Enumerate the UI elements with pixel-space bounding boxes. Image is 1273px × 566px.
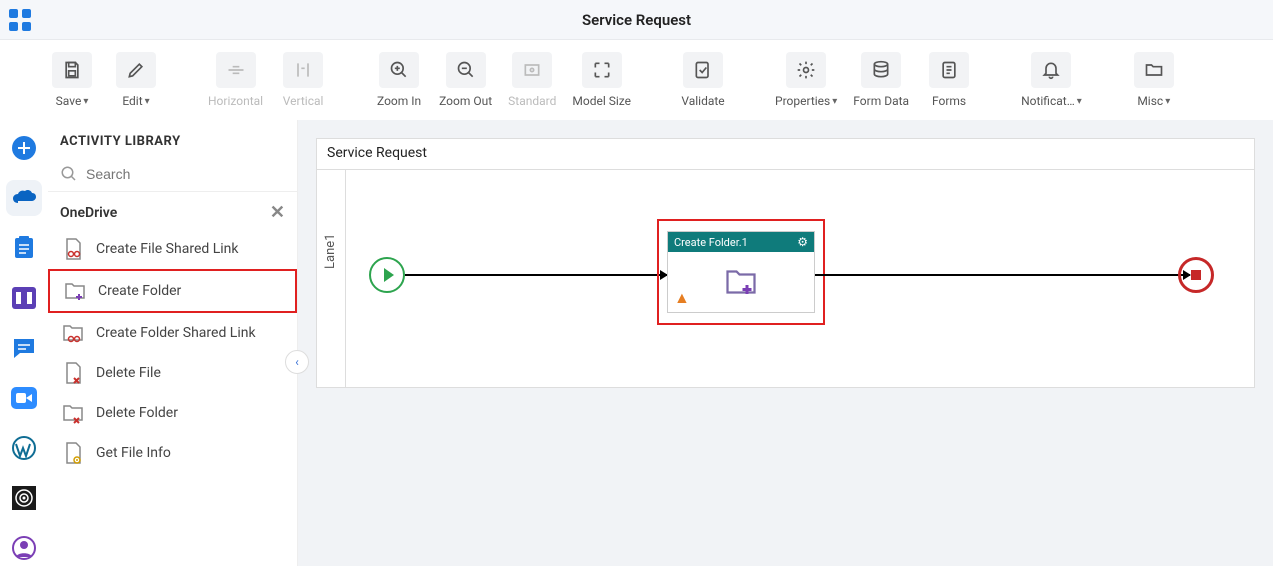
sidebar-target[interactable] — [6, 480, 42, 516]
warning-icon: ▲ — [674, 288, 690, 308]
activity-label: Create Folder — [98, 283, 181, 299]
validate-icon — [683, 52, 723, 88]
node-title: Create Folder.1 — [674, 236, 748, 249]
search-row — [48, 159, 297, 192]
sidebar-add[interactable] — [6, 130, 42, 166]
activity-create-folder[interactable]: Create Folder — [48, 269, 297, 313]
sidebar-video[interactable] — [6, 380, 42, 416]
notifications-button[interactable]: Notificat…▾ — [1013, 45, 1090, 115]
database-icon — [861, 52, 901, 88]
activity-label: Create File Shared Link — [96, 241, 239, 257]
activity-label: Get File Info — [96, 445, 171, 461]
edit-button[interactable]: Edit▾ — [104, 45, 168, 115]
chevron-left-icon: ‹ — [295, 355, 299, 369]
folder-delete-icon — [60, 400, 86, 426]
form-data-button[interactable]: Form Data — [845, 45, 917, 115]
fit-standard-icon — [512, 52, 552, 88]
save-icon — [52, 52, 92, 88]
activity-create-folder-shared-link[interactable]: Create Folder Shared Link — [48, 313, 297, 353]
properties-button[interactable]: Properties▾ — [767, 45, 845, 115]
flow-connector[interactable] — [405, 274, 667, 276]
panel-heading: ACTIVITY LIBRARY — [48, 120, 297, 159]
node-header: Create Folder.1 ⚙ — [668, 232, 814, 252]
misc-button[interactable]: Misc▾ — [1122, 45, 1186, 115]
align-horizontal-icon — [216, 52, 256, 88]
toolbar: Save▾ Edit▾ Horizontal Vertical Zoom In … — [0, 40, 1273, 120]
gear-icon[interactable]: ⚙ — [797, 235, 808, 249]
sidebar-clipboard[interactable] — [6, 230, 42, 266]
chevron-down-icon: ▾ — [1077, 96, 1082, 107]
model-size-button[interactable]: Model Size — [564, 45, 639, 115]
activity-node-create-folder[interactable]: Create Folder.1 ⚙ ▲ — [667, 231, 815, 313]
close-icon[interactable]: ✕ — [270, 202, 285, 223]
gear-icon — [786, 52, 826, 88]
search-icon — [60, 165, 78, 183]
zoom-in-icon — [379, 52, 419, 88]
chevron-down-icon: ▾ — [83, 96, 88, 107]
search-input[interactable] — [86, 166, 285, 182]
vertical-button: Vertical — [271, 45, 335, 115]
activity-library-panel: ACTIVITY LIBRARY OneDrive ✕ Create File … — [48, 120, 298, 566]
file-delete-icon — [60, 360, 86, 386]
canvas-title: Service Request — [327, 145, 427, 161]
flow-connector[interactable] — [815, 274, 1190, 276]
validate-button[interactable]: Validate — [671, 45, 735, 115]
page-title: Service Request — [582, 11, 691, 29]
canvas-wrap: Service Request Lane1 Create Folder.1 ⚙ … — [298, 120, 1273, 566]
activity-create-file-shared-link[interactable]: Create File Shared Link — [48, 229, 297, 269]
app-logo-icon[interactable] — [0, 0, 40, 40]
horizontal-button: Horizontal — [200, 45, 271, 115]
forms-button[interactable]: Forms — [917, 45, 981, 115]
file-link-icon — [60, 236, 86, 262]
sidebar-onedrive[interactable] — [6, 180, 42, 216]
activity-get-file-info[interactable]: Get File Info — [48, 433, 297, 473]
zoom-in-button[interactable]: Zoom In — [367, 45, 431, 115]
edit-icon — [116, 52, 156, 88]
process-canvas[interactable]: Service Request Lane1 Create Folder.1 ⚙ … — [316, 138, 1255, 388]
header: Service Request — [0, 0, 1273, 40]
folder-icon — [1134, 52, 1174, 88]
end-node[interactable] — [1178, 257, 1214, 293]
activity-label: Delete Folder — [96, 405, 178, 421]
model-size-icon — [582, 52, 622, 88]
activity-delete-folder[interactable]: Delete Folder — [48, 393, 297, 433]
file-info-icon — [60, 440, 86, 466]
zoom-out-button[interactable]: Zoom Out — [431, 45, 500, 115]
category-label: OneDrive — [60, 205, 117, 221]
node-body: ▲ — [668, 252, 814, 312]
standard-button: Standard — [500, 45, 564, 115]
chevron-down-icon: ▾ — [1165, 96, 1170, 107]
category-header: OneDrive ✕ — [48, 192, 297, 229]
activity-label: Delete File — [96, 365, 161, 381]
sidebar-user[interactable] — [6, 530, 42, 566]
lane-label: Lane1 — [323, 234, 338, 269]
chevron-down-icon: ▾ — [832, 96, 837, 107]
sidebar-wordpress[interactable] — [6, 430, 42, 466]
forms-icon — [929, 52, 969, 88]
main: ACTIVITY LIBRARY OneDrive ✕ Create File … — [0, 120, 1273, 566]
activity-label: Create Folder Shared Link — [96, 325, 256, 341]
chevron-down-icon: ▾ — [145, 96, 150, 107]
sidebar-columns[interactable] — [6, 280, 42, 316]
folder-link-icon — [60, 320, 86, 346]
folder-plus-icon — [721, 264, 761, 300]
align-vertical-icon — [283, 52, 323, 88]
folder-plus-icon — [62, 278, 88, 304]
activity-delete-file[interactable]: Delete File — [48, 353, 297, 393]
sidebar — [0, 120, 48, 566]
bell-icon — [1031, 52, 1071, 88]
sidebar-chat[interactable] — [6, 330, 42, 366]
zoom-out-icon — [446, 52, 486, 88]
save-button[interactable]: Save▾ — [40, 45, 104, 115]
collapse-panel-button[interactable]: ‹ — [285, 350, 309, 374]
start-node[interactable] — [369, 257, 405, 293]
